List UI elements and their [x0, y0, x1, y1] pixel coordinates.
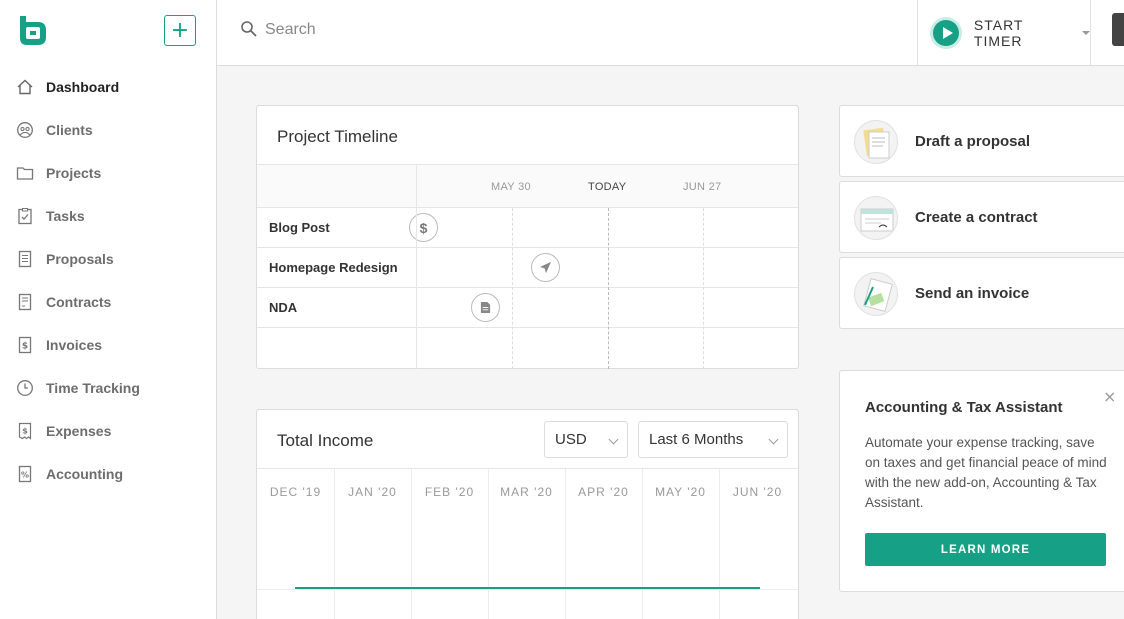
sidebar-item-label: Proposals	[46, 250, 114, 267]
app-logo[interactable]	[16, 14, 49, 47]
timeline-date: MAY 30	[491, 181, 531, 193]
add-new-button[interactable]: +	[164, 15, 196, 46]
home-icon	[16, 78, 34, 96]
sidebar-item-time-tracking[interactable]: Time Tracking	[0, 366, 216, 409]
contract-icon	[16, 293, 34, 311]
play-icon	[930, 16, 962, 49]
month-label: JUN '20	[732, 485, 783, 499]
action-label: Draft a proposal	[915, 133, 1031, 150]
action-label: Create a contract	[915, 209, 1038, 226]
svg-text:$: $	[22, 341, 28, 351]
sidebar-item-label: Tasks	[46, 207, 85, 224]
document-icon	[16, 250, 34, 268]
income-series-line	[295, 587, 760, 589]
timeline-row-label: NDA	[269, 300, 298, 315]
proposal-illustration-icon	[854, 120, 898, 164]
invoice-illustration-icon	[854, 272, 898, 316]
chevron-down-icon	[768, 434, 779, 445]
timeline-row-label: Blog Post	[269, 220, 330, 235]
sidebar-nav: Dashboard Clients Projects Tasks Proposa…	[0, 65, 216, 495]
contract-illustration-icon	[854, 196, 898, 240]
sidebar-item-contracts[interactable]: Contracts	[0, 280, 216, 323]
timeline-gridline	[703, 208, 704, 369]
sidebar-item-expenses[interactable]: $ Expenses	[0, 409, 216, 452]
dollar-icon[interactable]: $	[409, 213, 438, 242]
document-icon[interactable]	[471, 293, 500, 322]
clock-icon	[16, 379, 34, 397]
timeline-grid: MAY 30 TODAY JUN 27 Blog Post $ Homepage…	[257, 164, 798, 369]
send-invoice-card[interactable]: Send an invoice	[839, 257, 1124, 329]
create-contract-card[interactable]: Create a contract	[839, 181, 1124, 253]
chart-baseline	[257, 589, 798, 590]
card-title: Total Income	[277, 431, 374, 450]
sidebar-item-label: Expenses	[46, 422, 112, 439]
promo-title: Accounting & Tax Assistant	[865, 399, 1063, 416]
sidebar-item-invoices[interactable]: $ Invoices	[0, 323, 216, 366]
send-icon[interactable]	[531, 253, 560, 282]
timeline-today-line	[608, 208, 609, 369]
month-label: DEC '19	[269, 485, 322, 499]
timeline-date: JUN 27	[683, 181, 722, 193]
top-bar: START TIMER	[217, 0, 1124, 66]
svg-text:$: $	[22, 426, 28, 435]
sidebar-item-label: Dashboard	[46, 78, 120, 95]
timeline-gridline	[512, 208, 513, 369]
clipboard-check-icon	[16, 207, 34, 225]
sidebar-item-clients[interactable]: Clients	[0, 108, 216, 151]
income-chart: DEC '19 JAN '20 FEB '20 MAR '20 APR '20 …	[257, 468, 798, 619]
sidebar-item-label: Accounting	[46, 465, 123, 482]
currency-value: USD	[555, 431, 587, 448]
invoice-dollar-icon: $	[16, 336, 34, 354]
sidebar: + Dashboard Clients Projects Tasks Propo…	[0, 0, 217, 619]
timeline-date-today: TODAY	[588, 181, 627, 193]
accounting-promo-card: Accounting & Tax Assistant × Automate yo…	[839, 370, 1124, 592]
folder-icon	[16, 164, 34, 182]
timeline-divider	[416, 165, 417, 369]
chevron-down-icon	[1082, 30, 1090, 35]
start-timer-button[interactable]: START TIMER	[917, 0, 1091, 65]
avatar[interactable]	[1112, 13, 1124, 46]
promo-body: Automate your expense tracking, save on …	[865, 435, 1107, 510]
month-label: APR '20	[578, 485, 629, 499]
svg-text:%: %	[21, 470, 29, 479]
month-label: FEB '20	[424, 485, 475, 499]
learn-more-button[interactable]: LEARN MORE	[865, 533, 1106, 566]
month-label: JAN '20	[348, 485, 397, 499]
clients-icon	[16, 121, 34, 139]
search-icon	[240, 20, 258, 38]
percent-document-icon: %	[16, 465, 34, 483]
card-title: Project Timeline	[277, 127, 398, 146]
month-label: MAR '20	[500, 485, 553, 499]
project-timeline-card: Project Timeline MAY 30 TODAY JUN 27 Blo…	[256, 105, 799, 369]
date-range-value: Last 6 Months	[649, 431, 744, 448]
currency-select[interactable]: USD	[544, 421, 628, 458]
draft-proposal-card[interactable]: Draft a proposal	[839, 105, 1124, 177]
total-income-card: Total Income USD Last 6 Months DEC '19 J…	[256, 409, 799, 619]
sidebar-item-dashboard[interactable]: Dashboard	[0, 65, 216, 108]
sidebar-item-label: Contracts	[46, 293, 112, 310]
sidebar-item-label: Clients	[46, 121, 93, 138]
action-label: Send an invoice	[915, 285, 1030, 302]
timeline-row[interactable]: NDA	[257, 288, 798, 328]
timer-label: START TIMER	[973, 16, 1024, 49]
close-icon[interactable]: ×	[1103, 387, 1116, 406]
chevron-down-icon	[608, 434, 619, 445]
search-input[interactable]	[265, 18, 765, 42]
month-label: MAY '20	[655, 485, 706, 499]
sidebar-item-accounting[interactable]: % Accounting	[0, 452, 216, 495]
sidebar-item-tasks[interactable]: Tasks	[0, 194, 216, 237]
sidebar-item-label: Invoices	[46, 336, 103, 353]
date-range-select[interactable]: Last 6 Months	[638, 421, 788, 458]
receipt-icon: $	[16, 422, 34, 440]
sidebar-item-label: Projects	[46, 164, 102, 181]
timeline-row[interactable]: Blog Post $	[257, 208, 798, 248]
timeline-header: MAY 30 TODAY JUN 27	[257, 165, 798, 208]
timeline-row-label: Homepage Redesign	[269, 260, 398, 275]
sidebar-item-proposals[interactable]: Proposals	[0, 237, 216, 280]
sidebar-item-label: Time Tracking	[46, 379, 140, 396]
sidebar-item-projects[interactable]: Projects	[0, 151, 216, 194]
timeline-row[interactable]: Homepage Redesign	[257, 248, 798, 288]
